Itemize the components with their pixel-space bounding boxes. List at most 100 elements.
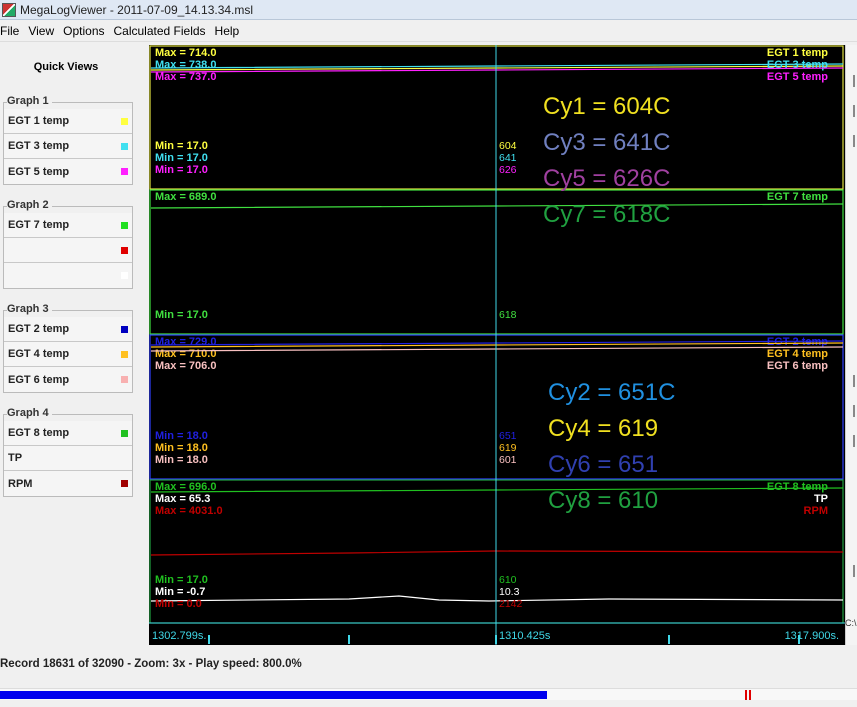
field-egt-4[interactable]: EGT 4 temp (4, 342, 132, 367)
cursor-value: 626 (499, 164, 517, 176)
annotation-text: Cy4 = 619 (548, 415, 658, 442)
legend-label: EGT 7 temp (767, 191, 828, 203)
legend-label: EGT 1 temp (767, 47, 828, 59)
menu-file[interactable]: File (0, 24, 28, 38)
max-label: Max = 65.3 (155, 493, 210, 505)
color-swatch (121, 429, 128, 437)
max-label: Max = 4031.0 (155, 505, 223, 517)
cursor-value: 641 (499, 152, 517, 164)
color-swatch (121, 221, 128, 229)
menu-bar: File View Options Calculated Fields Help (0, 21, 857, 42)
group-title: Graph 3 (7, 302, 52, 316)
field-label: RPM (8, 477, 33, 490)
field-label: EGT 7 temp (8, 219, 70, 231)
color-swatch (121, 246, 128, 254)
quick-views-panel: Quick Views Graph 1 EGT 1 temp EGT 3 tem… (0, 43, 140, 633)
min-label: Min = 0.0 (155, 598, 202, 610)
scroll-tick (853, 75, 855, 87)
field-egt-2[interactable]: EGT 2 temp (4, 317, 132, 342)
field-egt-5[interactable]: EGT 5 temp (4, 159, 132, 184)
annotation-text: Cy6 = 651 (548, 451, 658, 478)
app-icon (2, 2, 16, 17)
annotation-text: Cy2 = 651C (548, 379, 675, 406)
color-swatch (121, 376, 128, 383)
field-label: EGT 8 temp (8, 427, 70, 439)
color-swatch (121, 350, 128, 358)
annotation-text: Cy7 = 618C (543, 201, 670, 228)
marker-tick (745, 690, 747, 700)
legend-label: EGT 5 temp (767, 71, 828, 83)
color-swatch (121, 142, 128, 150)
color-swatch (121, 168, 128, 175)
group-title: Graph 1 (7, 94, 52, 108)
quick-views-title: Quick Views (33, 61, 99, 73)
cursor-value: 604 (499, 140, 517, 152)
field-egt-6[interactable]: EGT 6 temp (4, 367, 132, 392)
menu-calculated-fields[interactable]: Calculated Fields (114, 24, 215, 38)
cursor-value: 2142 (499, 598, 523, 610)
graph-1-group: Graph 1 EGT 1 temp EGT 3 temp EGT 5 temp (3, 93, 133, 191)
annotation-text: Cy8 = 610 (548, 487, 658, 514)
min-label: Min = 17.0 (155, 164, 208, 176)
field-label: EGT 1 temp (8, 115, 70, 127)
scroll-tick (853, 105, 855, 117)
log-graphs-svg[interactable]: Max = 714.0 Min = 17.0 EGT 1 temp 604 Max = … (149, 45, 845, 645)
cursor-value: 618 (499, 309, 517, 321)
legend-label: EGT 3 temp (767, 59, 828, 71)
cursor-value: 651 (499, 430, 517, 442)
playback-progress-bar[interactable] (0, 688, 857, 700)
menu-view[interactable]: View (28, 24, 63, 38)
max-label: Max = 737.0 (155, 71, 216, 83)
log-graph-area[interactable]: Max = 714.0 Min = 17.0 EGT 1 temp 604 Max = … (149, 45, 845, 645)
field-egt-7[interactable]: EGT 7 temp (4, 213, 132, 238)
legend-label: EGT 4 temp (767, 348, 828, 360)
max-label: Max = 706.0 (155, 360, 216, 372)
group-title: Graph 2 (7, 198, 52, 212)
annotation-text: Cy1 = 604C (543, 93, 670, 120)
max-label: Max = 710.0 (155, 348, 216, 360)
menu-options[interactable]: Options (63, 24, 113, 38)
min-label: Min = 17.0 (155, 574, 208, 586)
cursor-value: 601 (499, 454, 517, 466)
min-label: Min = -0.7 (155, 586, 205, 598)
cursor-value: 10.3 (499, 586, 520, 598)
scroll-tick (853, 135, 855, 147)
annotation-text: Cy5 = 626C (543, 165, 670, 192)
color-swatch (121, 117, 128, 125)
field-rpm[interactable]: RPM (4, 471, 132, 496)
title-bar: MegaLogViewer - 2011-07-09_14.13.34.msl (0, 0, 857, 20)
scroll-tick (853, 435, 855, 447)
min-label: Min = 18.0 (155, 430, 208, 442)
field-label: EGT 3 temp (8, 140, 70, 152)
field-egt-1[interactable]: EGT 1 temp (4, 109, 132, 134)
time-axis-start: 1302.799s. (152, 630, 206, 642)
field-empty[interactable] (4, 263, 132, 288)
progress-fill (0, 691, 547, 699)
field-empty[interactable] (4, 238, 132, 263)
max-label: Max = 738.0 (155, 59, 216, 71)
graph-4-group: Graph 4 EGT 8 temp TP RPM (3, 405, 133, 503)
field-egt-3[interactable]: EGT 3 temp (4, 134, 132, 159)
field-tp[interactable]: TP (4, 446, 132, 471)
scroll-tick (853, 405, 855, 417)
field-label: EGT 4 temp (8, 348, 70, 360)
time-axis-end: 1317.900s. (785, 630, 839, 642)
color-swatch (121, 325, 128, 333)
vertical-scroll-strip[interactable] (845, 45, 857, 645)
field-label: EGT 5 temp (8, 165, 70, 178)
min-label: Min = 18.0 (155, 442, 208, 454)
color-swatch (121, 480, 128, 487)
color-swatch (121, 272, 128, 279)
marker-tick (749, 690, 751, 700)
graph-3-group: Graph 3 EGT 2 temp EGT 4 temp EGT 6 temp (3, 301, 133, 399)
min-label: Min = 18.0 (155, 454, 208, 466)
field-label: EGT 6 temp (8, 373, 70, 386)
menu-help[interactable]: Help (215, 24, 249, 38)
group-title: Graph 4 (7, 406, 52, 420)
field-egt-8[interactable]: EGT 8 temp (4, 421, 132, 446)
time-axis-cursor: 1310.425s (499, 630, 551, 642)
min-label: Min = 17.0 (155, 140, 208, 152)
legend-label: RPM (804, 505, 828, 517)
legend-label: EGT 2 temp (767, 336, 828, 348)
min-label: Min = 17.0 (155, 152, 208, 164)
